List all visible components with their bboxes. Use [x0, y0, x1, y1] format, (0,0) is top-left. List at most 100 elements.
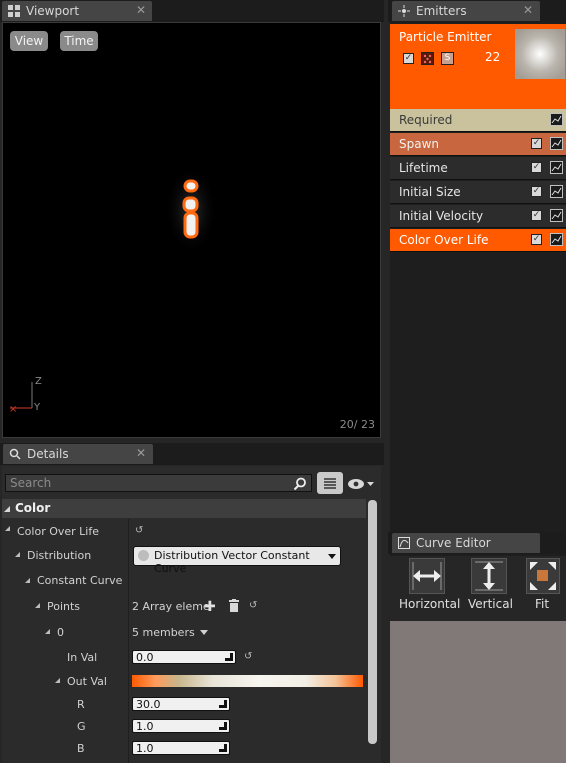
members-count: 5 members	[132, 626, 195, 639]
vertical-button[interactable]: Vertical	[466, 556, 514, 614]
curve-toggle-icon[interactable]	[550, 233, 563, 246]
vertical-fit-icon	[471, 558, 507, 594]
curve-graph-area[interactable]	[390, 621, 566, 763]
r-value: 30.0	[136, 698, 161, 711]
curve-toggle-icon[interactable]	[550, 185, 563, 198]
view-options-list-icon[interactable]	[317, 472, 343, 494]
chevron-down-icon	[328, 554, 336, 559]
expand-arrow-icon[interactable]	[25, 578, 30, 583]
emitters-tab-label: Emitters	[416, 4, 467, 18]
reset-icon[interactable]: ↺	[244, 651, 252, 662]
reset-icon[interactable]: ↺	[135, 525, 143, 536]
horizontal-fit-icon	[409, 558, 445, 594]
reset-icon[interactable]: ↺	[249, 600, 257, 611]
collapse-arrow-icon[interactable]	[4, 506, 10, 512]
module-label: Required	[399, 113, 453, 127]
close-icon[interactable]: ✕	[136, 446, 146, 460]
tab-curve-editor[interactable]: Curve Editor	[392, 533, 540, 553]
close-icon[interactable]: ✕	[523, 3, 533, 17]
add-element-icon[interactable]: ✚	[204, 599, 216, 615]
drag-handle-icon[interactable]	[219, 722, 227, 730]
curve-toggle-icon[interactable]	[550, 137, 563, 150]
b-value-field[interactable]: 1.0	[132, 741, 230, 755]
tab-details[interactable]: Details ✕	[3, 444, 153, 464]
emitter-enable-checkbox[interactable]: ✓	[403, 53, 414, 64]
prop-color-over-life: Color Over Life	[17, 525, 99, 538]
module-spawn[interactable]: Spawn ✓	[390, 133, 566, 156]
viewport-icon	[8, 5, 20, 17]
particle-count: 22	[485, 50, 501, 64]
prop-distribution: Distribution	[27, 549, 92, 562]
module-required[interactable]: Required	[390, 109, 566, 132]
viewport-canvas[interactable]: View Time × Z Y 20/ 23	[2, 22, 381, 438]
g-value: 1.0	[136, 720, 154, 733]
expand-arrow-icon[interactable]	[5, 526, 10, 531]
prop-b: B	[77, 742, 85, 755]
module-label: Initial Size	[399, 185, 461, 199]
frame-counter: 20/ 23	[339, 418, 375, 431]
trash-icon[interactable]	[228, 599, 240, 615]
search-icon[interactable]	[293, 477, 307, 494]
drag-handle-icon[interactable]	[225, 653, 233, 661]
module-color-over-life[interactable]: Color Over Life ✓	[390, 229, 566, 252]
curve-toggle-icon[interactable]	[550, 209, 563, 222]
axis-y-label: Y	[34, 402, 41, 413]
chevron-down-icon[interactable]	[200, 630, 208, 635]
module-label: Color Over Life	[399, 233, 489, 247]
details-tab-label: Details	[27, 447, 69, 461]
expand-arrow-icon[interactable]	[35, 603, 40, 608]
close-icon[interactable]: ✕	[136, 3, 146, 17]
points-count: 2 Array eleme	[132, 600, 210, 613]
module-enable-checkbox[interactable]: ✓	[531, 138, 542, 149]
g-value-field[interactable]: 1.0	[132, 719, 230, 733]
module-enable-checkbox[interactable]: ✓	[531, 234, 542, 245]
prop-r: R	[77, 698, 85, 711]
expand-arrow-icon[interactable]	[55, 678, 60, 683]
module-label: Lifetime	[399, 161, 448, 175]
module-lifetime[interactable]: Lifetime ✓	[390, 157, 566, 180]
module-enable-checkbox[interactable]: ✓	[531, 162, 542, 173]
horizontal-button[interactable]: Horizontal	[396, 556, 460, 614]
fit-icon	[526, 558, 560, 594]
color-gradient-preview[interactable]	[132, 675, 363, 687]
time-button[interactable]: Time	[60, 31, 98, 51]
view-button[interactable]: View	[10, 31, 48, 51]
module-enable-checkbox[interactable]: ✓	[531, 186, 542, 197]
emitter-name: Particle Emitter	[399, 30, 492, 44]
column-divider[interactable]	[128, 519, 129, 763]
axis-z-label: Z	[35, 376, 42, 387]
expand-arrow-icon[interactable]	[15, 552, 20, 557]
prop-out-val: Out Val	[67, 675, 107, 688]
category-color[interactable]: Color	[2, 499, 366, 518]
distribution-dropdown[interactable]: Distribution Vector Constant Curve	[133, 546, 341, 575]
viewport-tab-label: Viewport	[26, 4, 80, 18]
expand-arrow-icon[interactable]	[45, 629, 50, 634]
curve-toggle-icon[interactable]	[550, 113, 563, 126]
module-label: Initial Velocity	[399, 209, 484, 223]
fit-label: Fit	[535, 597, 550, 611]
category-title: Color	[15, 501, 51, 515]
search-input[interactable]: Search	[5, 474, 312, 492]
emitter-icon	[398, 5, 410, 17]
emitter-header[interactable]: Particle Emitter ✓ S 22	[390, 24, 566, 109]
drag-handle-icon[interactable]	[219, 700, 227, 708]
fit-button[interactable]: Fit	[520, 556, 566, 614]
svg-text:×: ×	[9, 404, 17, 415]
prop-index-0: 0	[57, 626, 64, 639]
tab-viewport[interactable]: Viewport ✕	[2, 1, 152, 21]
render-mode-icon[interactable]	[421, 52, 434, 65]
r-value-field[interactable]: 30.0	[132, 697, 230, 711]
drag-handle-icon[interactable]	[219, 744, 227, 752]
solo-icon[interactable]: S	[441, 52, 454, 65]
prop-g: G	[77, 720, 86, 733]
module-initial-velocity[interactable]: Initial Velocity ✓	[390, 205, 566, 228]
details-scrollbar[interactable]	[368, 500, 377, 744]
module-enable-checkbox[interactable]: ✓	[531, 210, 542, 221]
tab-emitters[interactable]: Emitters ✕	[392, 1, 540, 21]
b-value: 1.0	[136, 742, 154, 755]
in-val-field[interactable]: 0.0	[132, 650, 236, 664]
prop-in-val: In Val	[67, 651, 98, 664]
visibility-eye-icon[interactable]	[347, 477, 375, 494]
curve-toggle-icon[interactable]	[550, 161, 563, 174]
module-initial-size[interactable]: Initial Size ✓	[390, 181, 566, 204]
